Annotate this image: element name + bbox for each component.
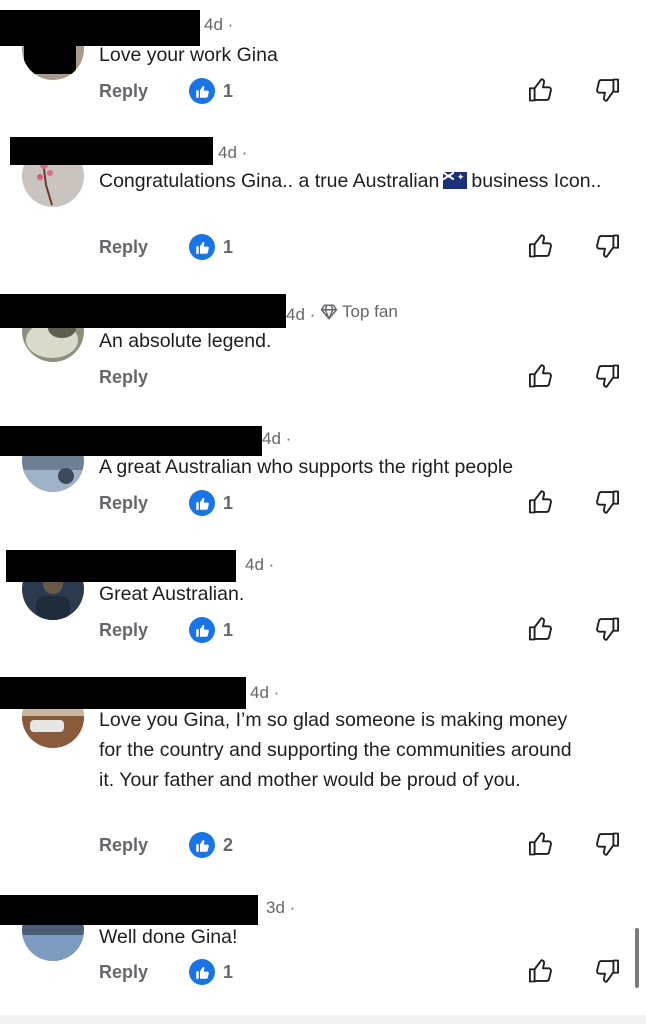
thumbs-up-icon[interactable] (527, 488, 555, 516)
redacted-author-name (0, 895, 258, 925)
reply-button[interactable]: Reply (99, 367, 148, 388)
like-count-number: 1 (223, 961, 234, 982)
thumbs-down-icon[interactable] (593, 488, 621, 516)
comment-timestamp: 4d · (262, 429, 292, 448)
like-count[interactable]: 1 (189, 78, 233, 104)
like-count-number: 1 (223, 80, 234, 101)
comment-actions: Reply 1 (99, 490, 646, 520)
comment-text: An absolute legend. (99, 330, 272, 352)
scrollbar[interactable] (635, 928, 639, 988)
comment-timestamp: 4d · (245, 555, 275, 574)
timestamp-text: 4d · (286, 305, 316, 324)
like-count-number: 1 (223, 619, 234, 640)
like-count-number: 2 (223, 834, 234, 855)
thumbs-up-icon[interactable] (527, 957, 555, 985)
redacted-author-name (10, 137, 213, 165)
like-count[interactable]: 1 (189, 234, 233, 260)
like-count[interactable]: 1 (189, 959, 233, 985)
comment-text: Love you Gina, I’m so glad someone is ma… (99, 709, 572, 791)
comment-timestamp: 3d · (266, 898, 296, 917)
comment-text: A great Australian who supports the righ… (99, 456, 514, 478)
thumbs-down-icon[interactable] (593, 830, 621, 858)
thumbs-down-icon[interactable] (593, 615, 621, 643)
comment-timestamp: 4d · Top fan (286, 302, 398, 325)
thumbs-up-filled-icon (189, 617, 215, 643)
australia-flag-icon (443, 172, 468, 189)
comment-text: Well done Gina! (99, 926, 238, 948)
comment-actions: Reply 1 (99, 617, 646, 647)
comment-actions: Reply 2 (99, 832, 646, 862)
like-count[interactable]: 1 (189, 617, 233, 643)
thumbs-up-filled-icon (189, 234, 215, 260)
comment-actions: Reply 1 (99, 78, 646, 108)
thumbs-down-icon[interactable] (593, 76, 621, 104)
reply-button[interactable]: Reply (99, 237, 148, 258)
comment-actions: Reply 1 (99, 234, 646, 264)
reply-button[interactable]: Reply (99, 835, 148, 856)
thumbs-up-icon[interactable] (527, 362, 555, 390)
redacted-author-name (0, 294, 286, 328)
comment-timestamp: 4d · (250, 683, 280, 702)
thumbs-up-filled-icon (189, 959, 215, 985)
reply-button[interactable]: Reply (99, 620, 148, 641)
bottom-edge (0, 1015, 646, 1024)
thumbs-down-icon[interactable] (593, 362, 621, 390)
comment-text: Congratulations Gina.. a true Australian… (99, 166, 629, 196)
comment-timestamp: 4d · (204, 15, 234, 34)
thumbs-up-filled-icon (189, 490, 215, 516)
thumbs-up-icon[interactable] (527, 615, 555, 643)
thumbs-down-icon[interactable] (593, 232, 621, 260)
reply-button[interactable]: Reply (99, 81, 148, 102)
like-count[interactable]: 1 (189, 490, 233, 516)
thumbs-up-filled-icon (189, 78, 215, 104)
reply-button[interactable]: Reply (99, 493, 148, 514)
thumbs-down-icon[interactable] (593, 957, 621, 985)
top-fan-label: Top fan (342, 302, 398, 321)
thumbs-up-icon[interactable] (527, 830, 555, 858)
top-fan-badge: Top fan (320, 302, 398, 322)
redacted-author-name (6, 550, 236, 582)
thumbs-up-icon[interactable] (527, 76, 555, 104)
comment-actions: Reply (99, 364, 646, 394)
comment-text: Great Australian. (99, 583, 245, 605)
reply-button[interactable]: Reply (99, 962, 148, 983)
comment-actions: Reply 1 (99, 959, 646, 989)
thumbs-up-filled-icon (189, 832, 215, 858)
like-count-number: 1 (223, 236, 234, 257)
comment-timestamp: 4d · (218, 143, 248, 162)
comment-text-part: Congratulations Gina.. a true Australian (99, 170, 440, 192)
diamond-icon (320, 304, 338, 320)
like-count-number: 1 (223, 492, 234, 513)
thumbs-up-icon[interactable] (527, 232, 555, 260)
comment-text-part: business Icon.. (471, 170, 602, 192)
comment-text: Love your work Gina (99, 44, 278, 66)
like-count[interactable]: 2 (189, 832, 233, 858)
